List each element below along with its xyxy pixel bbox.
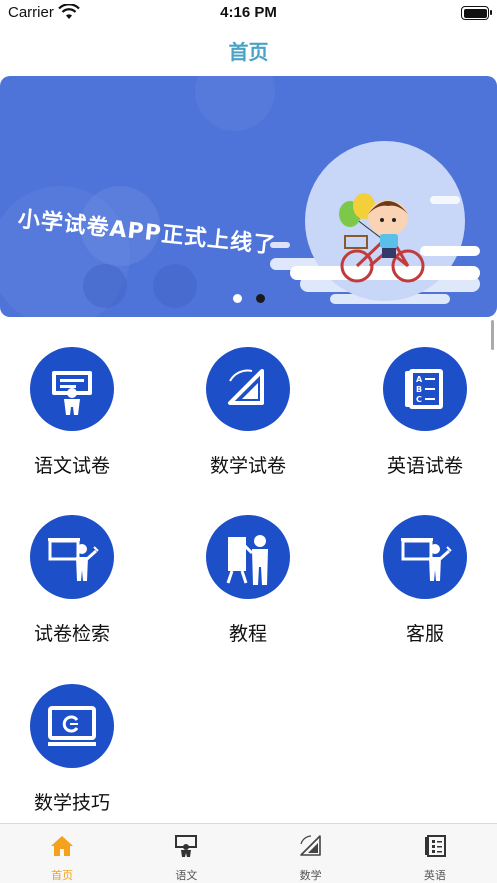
carousel-pager[interactable] — [233, 294, 265, 303]
grid-item-label: 数学技巧 — [33, 792, 110, 814]
grid-item-label: 语文试卷 — [33, 455, 110, 477]
status-time: 4:16 PM — [220, 4, 277, 21]
tab-label: 首页 — [51, 869, 74, 882]
grid-item-label: 客服 — [405, 623, 444, 645]
teacher-pointing-icon — [30, 515, 114, 599]
teacher-board-icon — [30, 347, 114, 431]
tab-label: 数学 — [299, 869, 322, 882]
grid-item-label: 教程 — [228, 623, 267, 645]
tab-home[interactable]: 首页 — [0, 824, 124, 883]
status-bar: Carrier 4:16 PM — [0, 0, 497, 26]
grid-item-paper-search[interactable]: 试卷检索 — [12, 515, 132, 665]
tab-label: 语文 — [175, 869, 198, 882]
tab-math[interactable]: 数学 — [249, 824, 373, 883]
tab-chinese[interactable]: 语文 — [124, 824, 248, 883]
presentation-easel-icon — [206, 515, 290, 599]
svg-text:C: C — [416, 395, 422, 404]
abc-book-icon — [424, 835, 446, 857]
promo-banner[interactable]: 小学试卷APP正式上线了 — [0, 76, 497, 317]
carousel-dot[interactable] — [233, 294, 242, 303]
tab-english[interactable]: 英语 — [373, 824, 497, 883]
battery-icon — [461, 6, 492, 20]
grid-item-math-papers[interactable]: 数学试卷 — [188, 347, 308, 497]
svg-text:B: B — [416, 385, 422, 394]
computer-monitor-icon — [30, 684, 114, 768]
grid-item-tutorial[interactable]: 教程 — [188, 515, 308, 665]
tab-bar: 首页 语文 数学 英语 — [0, 823, 497, 883]
grid-item-math-tips[interactable]: 数学技巧 — [12, 684, 132, 834]
grid-item-label: 英语试卷 — [386, 455, 463, 477]
set-square-icon — [206, 347, 290, 431]
carousel-dot-active[interactable] — [256, 294, 265, 303]
page-title: 首页 — [228, 40, 269, 64]
tab-label: 英语 — [423, 869, 446, 882]
home-icon — [51, 836, 74, 856]
set-square-icon — [299, 835, 321, 856]
grid-item-chinese-papers[interactable]: 语文试卷 — [12, 347, 132, 497]
grid-item-label: 试卷检索 — [33, 623, 110, 645]
grid-item-label: 数学试卷 — [209, 455, 286, 477]
abc-book-icon: A B C — [383, 347, 467, 431]
scroll-indicator — [491, 320, 494, 350]
banner-illustration — [0, 76, 480, 317]
grid-item-english-papers[interactable]: A B C 英语试卷 — [365, 347, 485, 497]
svg-text:A: A — [416, 375, 423, 384]
grid-item-customer-service[interactable]: 客服 — [365, 515, 485, 665]
teacher-pointing-icon — [383, 515, 467, 599]
teacher-board-icon — [175, 835, 198, 857]
